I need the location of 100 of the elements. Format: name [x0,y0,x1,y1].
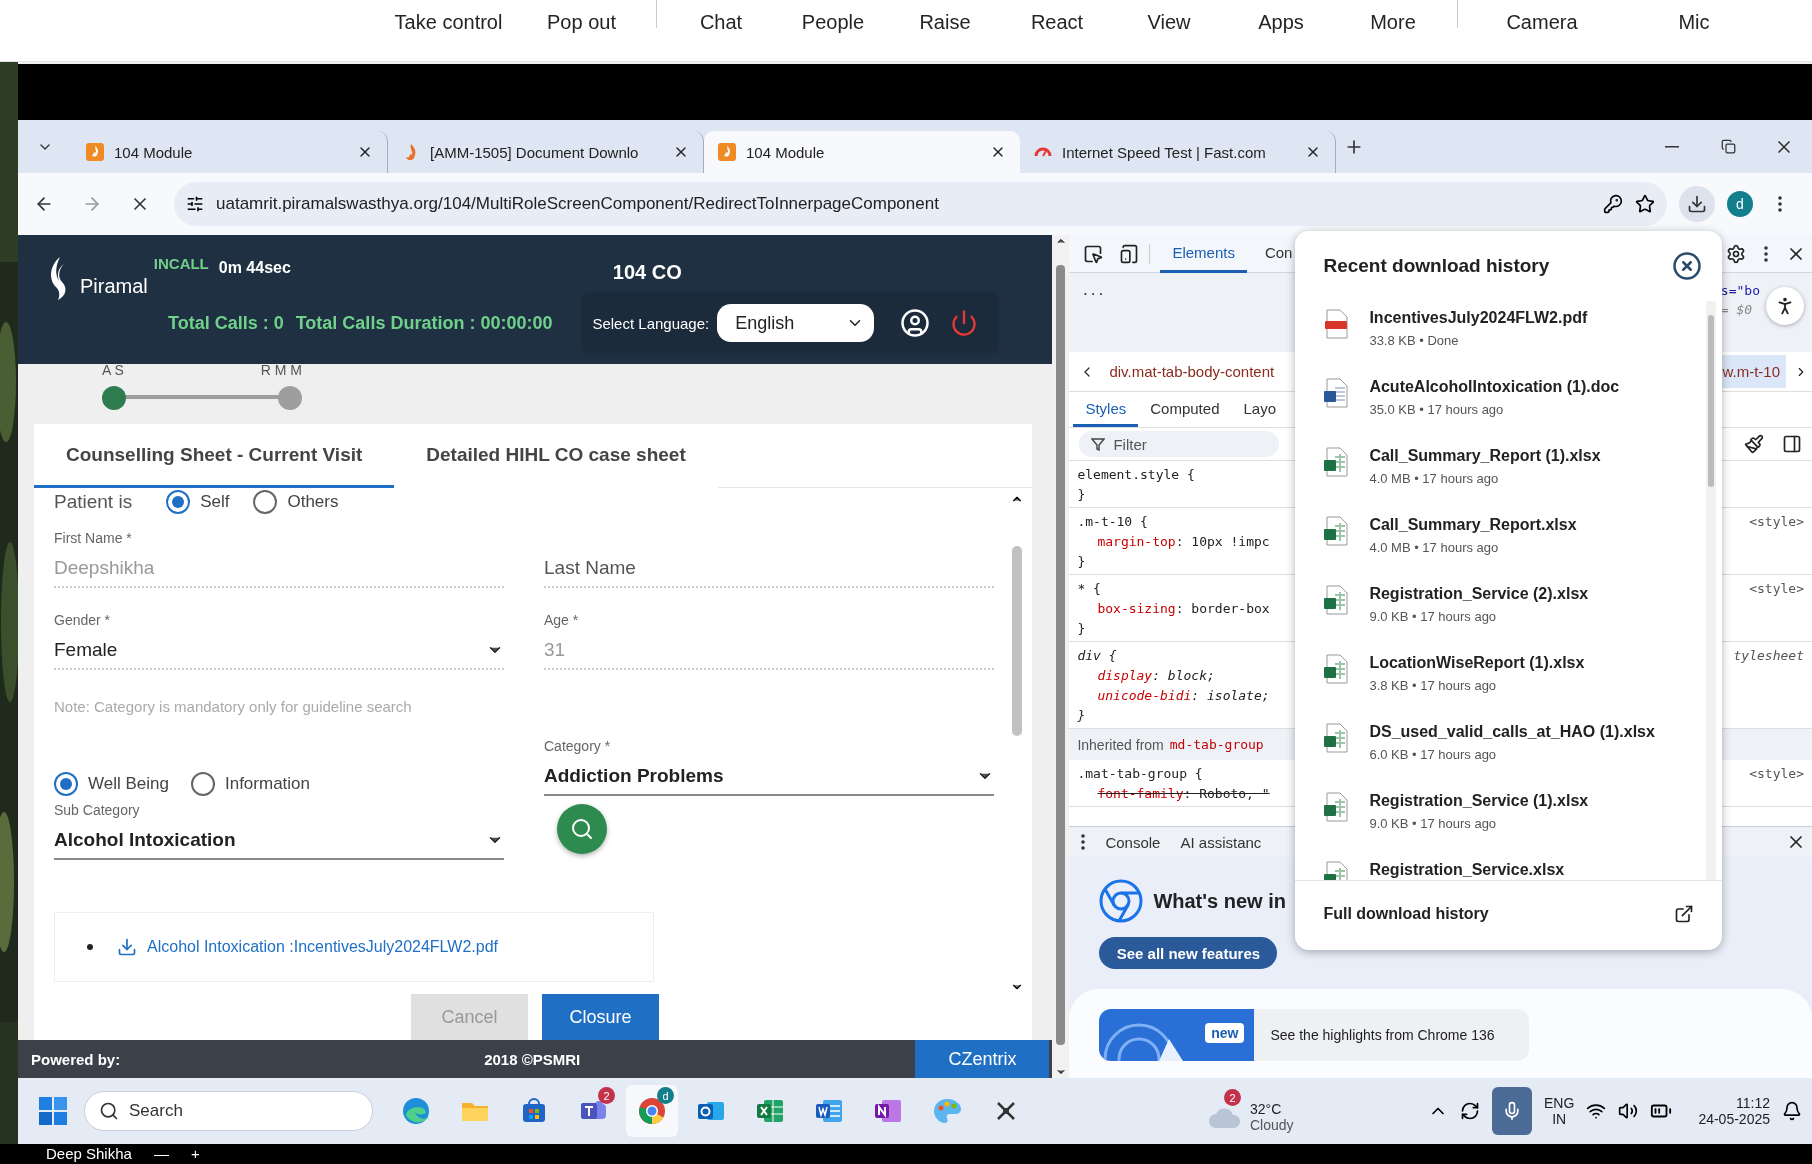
toolbar-button[interactable]: Apps [1225,7,1337,37]
start-icon[interactable] [38,1096,68,1126]
star-icon[interactable] [1635,194,1655,214]
highlight-card[interactable]: new See the highlights from Chrome 136 [1099,1009,1530,1061]
inspect-icon[interactable] [1083,243,1104,264]
radio-button[interactable] [253,490,278,514]
drawer-tab[interactable]: AI assistanc [1180,833,1262,851]
closure-button[interactable]: Closure [542,994,659,1040]
power-icon[interactable] [950,309,979,337]
new-badge: new [1205,1023,1245,1043]
browser-logo-icon [1099,879,1144,923]
spreadsheet-file-icon [1323,792,1350,822]
bullet-icon [87,944,93,950]
radio-option[interactable]: Well Being [54,772,169,796]
filter-field[interactable]: Filter [1079,431,1280,457]
inherited-source[interactable]: md-tab-group [1169,737,1264,752]
downloads-button[interactable] [1679,186,1715,222]
clock[interactable]: 11:12 24-05-2025 [1698,1095,1770,1127]
search-field[interactable]: Search [84,1091,373,1131]
file-name: IncentivesJuly2024FLW2.pdf [1369,309,1588,327]
scrollbar-thumb[interactable] [1708,315,1715,487]
radio-option[interactable]: Self [166,490,230,514]
taskbar-app[interactable]: d [626,1085,678,1137]
toolbar-button[interactable]: Chat [665,7,777,37]
device-icon[interactable] [1119,243,1140,264]
styles-tab[interactable]: Computed [1138,393,1232,427]
css-source[interactable]: tylesheet [1733,647,1804,663]
settings-icon[interactable] [1726,243,1746,264]
key-icon[interactable] [1603,194,1623,214]
toolbar-button[interactable]: Mic [1618,7,1770,37]
language-indicator[interactable]: ENG IN [1544,1095,1575,1127]
drawer-tab[interactable]: Console [1105,833,1161,851]
download-item[interactable]: Registration_Service (1).xlsx 9.0 KB • 17 hours ago [1295,784,1707,853]
download-item[interactable]: LocationWiseReport (1).xlsx 3.8 KB • 17 hours ago [1295,646,1707,715]
select-field[interactable]: Alcohol Intoxication [54,822,504,860]
menu-icon[interactable] [1764,245,1768,262]
weather-widget[interactable]: 2 32°C Cloudy [1204,1089,1294,1133]
paintbrush-icon[interactable] [1744,434,1764,454]
window-button[interactable]: — [153,1145,169,1163]
radio-button[interactable] [54,772,78,796]
tab-title: Internet Speed Test | Fast.com [1062,143,1267,161]
notification-icon[interactable] [1782,1101,1802,1121]
inherited-label: Inherited from [1077,736,1164,753]
css-brace: } [1077,707,1086,723]
input-field[interactable]: Last Name [544,550,994,588]
select-field[interactable]: Female [54,632,504,670]
user-icon[interactable] [900,308,931,338]
file-meta: 33.8 KB • Done [1369,333,1460,348]
taskbar-app[interactable]: 2 [567,1085,619,1137]
toolbar-button[interactable]: React [1001,7,1113,37]
language-select[interactable]: English [717,304,875,342]
toolbar-button[interactable]: Camera [1466,7,1618,37]
window-button[interactable]: + [190,1145,200,1163]
css-source[interactable]: <style> [1749,580,1804,596]
download-item[interactable]: Call_Summary_Report.xlsx 4.0 MB • 17 hours ago [1295,508,1707,577]
styles-tab[interactable]: Layo [1231,393,1288,427]
features-button[interactable]: See all new features [1099,937,1278,969]
download-item[interactable]: DS_used_valid_calls_at_HAO (1).xlsx 6.0 KB • 17 hours ago [1295,715,1707,784]
radio-button[interactable] [166,490,191,514]
download-item[interactable]: Registration_Service.xlsx [1295,853,1707,880]
full-history-link[interactable]: Full download history [1295,880,1723,946]
radio-option[interactable]: Others [253,490,339,514]
toolbar-button[interactable]: People [777,7,889,37]
styles-tab[interactable]: Styles [1073,393,1139,427]
address-bar[interactable]: uatamrit.piramalswasthya.org/104/MultiRoleScreenComponent/RedirectToInnerpageComponent [174,182,1667,226]
radio-option[interactable]: Information [190,772,310,796]
document-link[interactable]: Alcohol Intoxication :IncentivesJuly2024FLW2.pdf [117,937,498,957]
download-item[interactable]: Call_Summary_Report (1).xlsx 4.0 MB • 17 hours ago [1295,439,1707,508]
volume-icon[interactable] [1618,1101,1639,1121]
toolbar-button[interactable]: View [1113,7,1225,37]
toolbar-button[interactable]: Pop out [515,7,648,37]
sync-icon[interactable] [1460,1101,1481,1121]
microphone-button[interactable] [1492,1087,1533,1135]
accessibility-button[interactable] [1766,287,1804,325]
scrollbar-thumb[interactable] [1056,265,1066,1045]
toolbar-button[interactable]: More [1337,7,1449,37]
scrollbar-thumb[interactable] [1012,546,1023,736]
copyright-text: 2018 ©PSMRI [484,1050,581,1068]
close-icon[interactable] [1672,251,1703,281]
browser-tab[interactable]: 104 Module [704,131,1020,173]
menu-icon[interactable] [1081,834,1086,850]
select-field[interactable]: Addiction Problems [544,758,994,796]
toolbar-button[interactable]: Take control [382,7,515,37]
download-item[interactable]: IncentivesJuly2024FLW2.pdf 33.8 KB • Done [1295,301,1707,370]
language-label: Select Language: [592,314,710,332]
profile-avatar[interactable]: d [1727,191,1753,217]
download-item[interactable]: AcuteAlcoholIntoxication (1).doc 35.0 KB • 17 hours ago [1295,370,1707,439]
toolbar-button[interactable]: Raise [889,7,1001,37]
devtools-tab[interactable]: Con [1252,234,1305,273]
css-source[interactable]: <style> [1749,765,1804,781]
wifi-icon[interactable] [1586,1101,1607,1121]
file-meta: 6.0 KB • 17 hours ago [1369,747,1498,762]
breadcrumb-item[interactable]: div.mat-tab-body-content [1109,363,1275,380]
search-button[interactable] [557,804,607,854]
file-name: Registration_Service (2).xlsx [1369,585,1589,603]
field-label: Category * [544,738,612,756]
radio-button[interactable] [190,772,215,796]
download-item[interactable]: Registration_Service (2).xlsx 9.0 KB • 17 hours ago [1295,577,1707,646]
sidebar-toggle-icon[interactable] [1782,434,1802,454]
css-source[interactable]: <style> [1749,513,1804,529]
